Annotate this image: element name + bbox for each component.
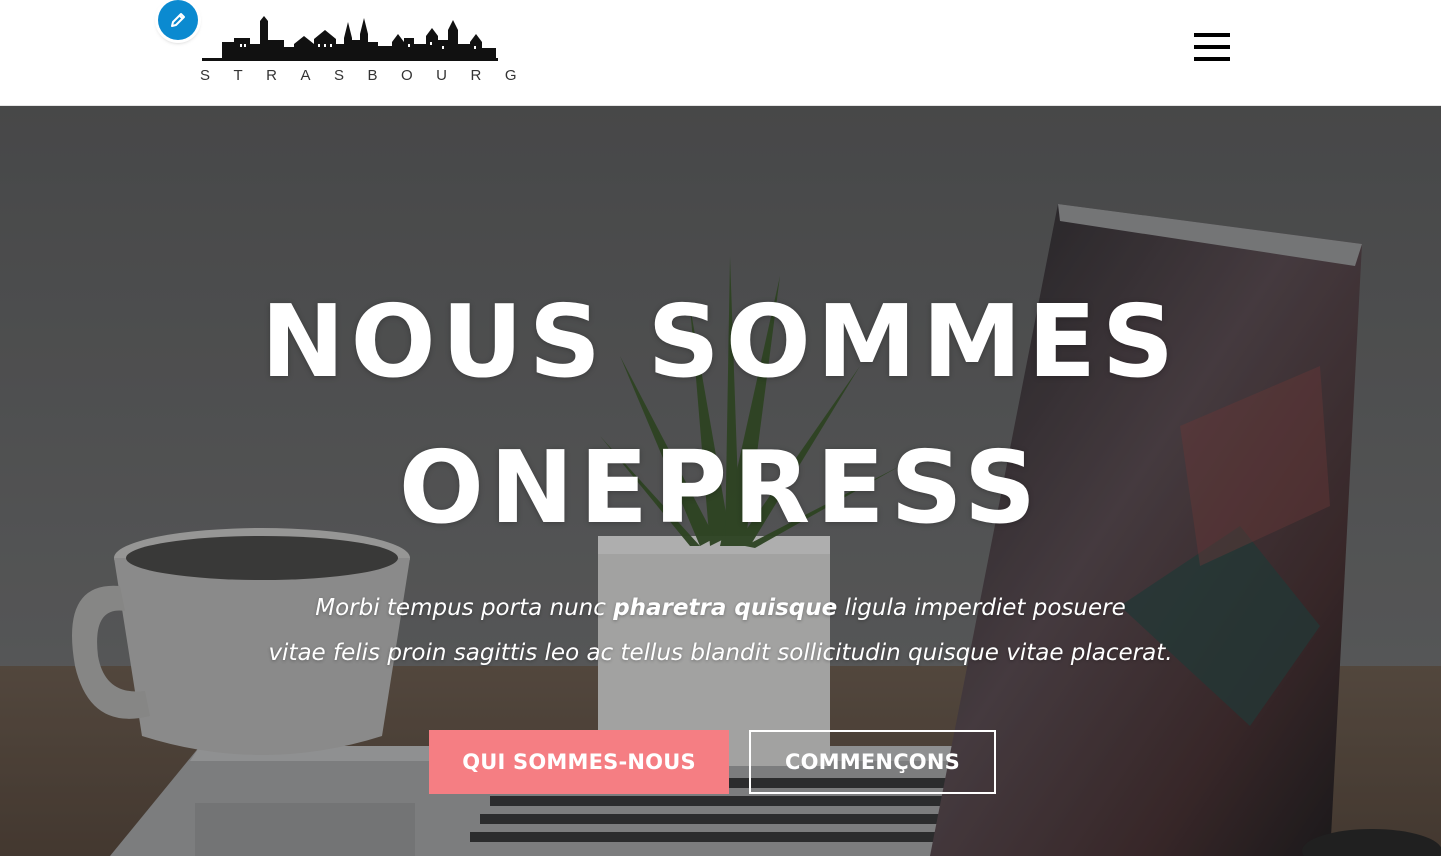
strasbourg-skyline-logo xyxy=(202,16,498,61)
hero-subtitle-line-1: Morbi tempus porta nunc pharetra quisque… xyxy=(0,586,1441,631)
hamburger-icon-bar xyxy=(1194,33,1230,37)
hero-subtitle-line-2: vitae felis proin sagittis leo ac tellus… xyxy=(268,640,1173,666)
hero-section: NOUS SOMMES ONEPRESS Morbi tempus porta … xyxy=(0,106,1441,856)
pencil-icon xyxy=(171,13,185,27)
about-us-button[interactable]: QUI SOMMES-NOUS xyxy=(429,730,729,794)
hero-subtitle: Morbi tempus porta nunc pharetra quisque… xyxy=(0,586,1441,676)
site-logo[interactable]: STRASBOURG xyxy=(200,14,541,88)
edit-pencil-icon[interactable] xyxy=(158,0,198,40)
hero-subtitle-text: Morbi tempus porta nunc xyxy=(315,595,614,621)
hero-title-line-2: ONEPRESS xyxy=(398,429,1043,546)
get-started-button[interactable]: COMMENÇONS xyxy=(749,730,996,794)
logo-wordmark: STRASBOURG xyxy=(200,67,541,84)
hamburger-icon-bar xyxy=(1194,45,1230,49)
site-header: STRASBOURG xyxy=(0,0,1441,106)
hero-subtitle-text: ligula imperdiet posuere xyxy=(837,595,1126,621)
hero-subtitle-emphasis: pharetra quisque xyxy=(613,595,838,621)
hamburger-icon-bar xyxy=(1194,57,1230,61)
hero-title: NOUS SOMMES ONEPRESS xyxy=(0,269,1441,561)
menu-toggle-button[interactable] xyxy=(1192,30,1232,66)
hero-title-line-1: NOUS SOMMES xyxy=(260,283,1181,400)
